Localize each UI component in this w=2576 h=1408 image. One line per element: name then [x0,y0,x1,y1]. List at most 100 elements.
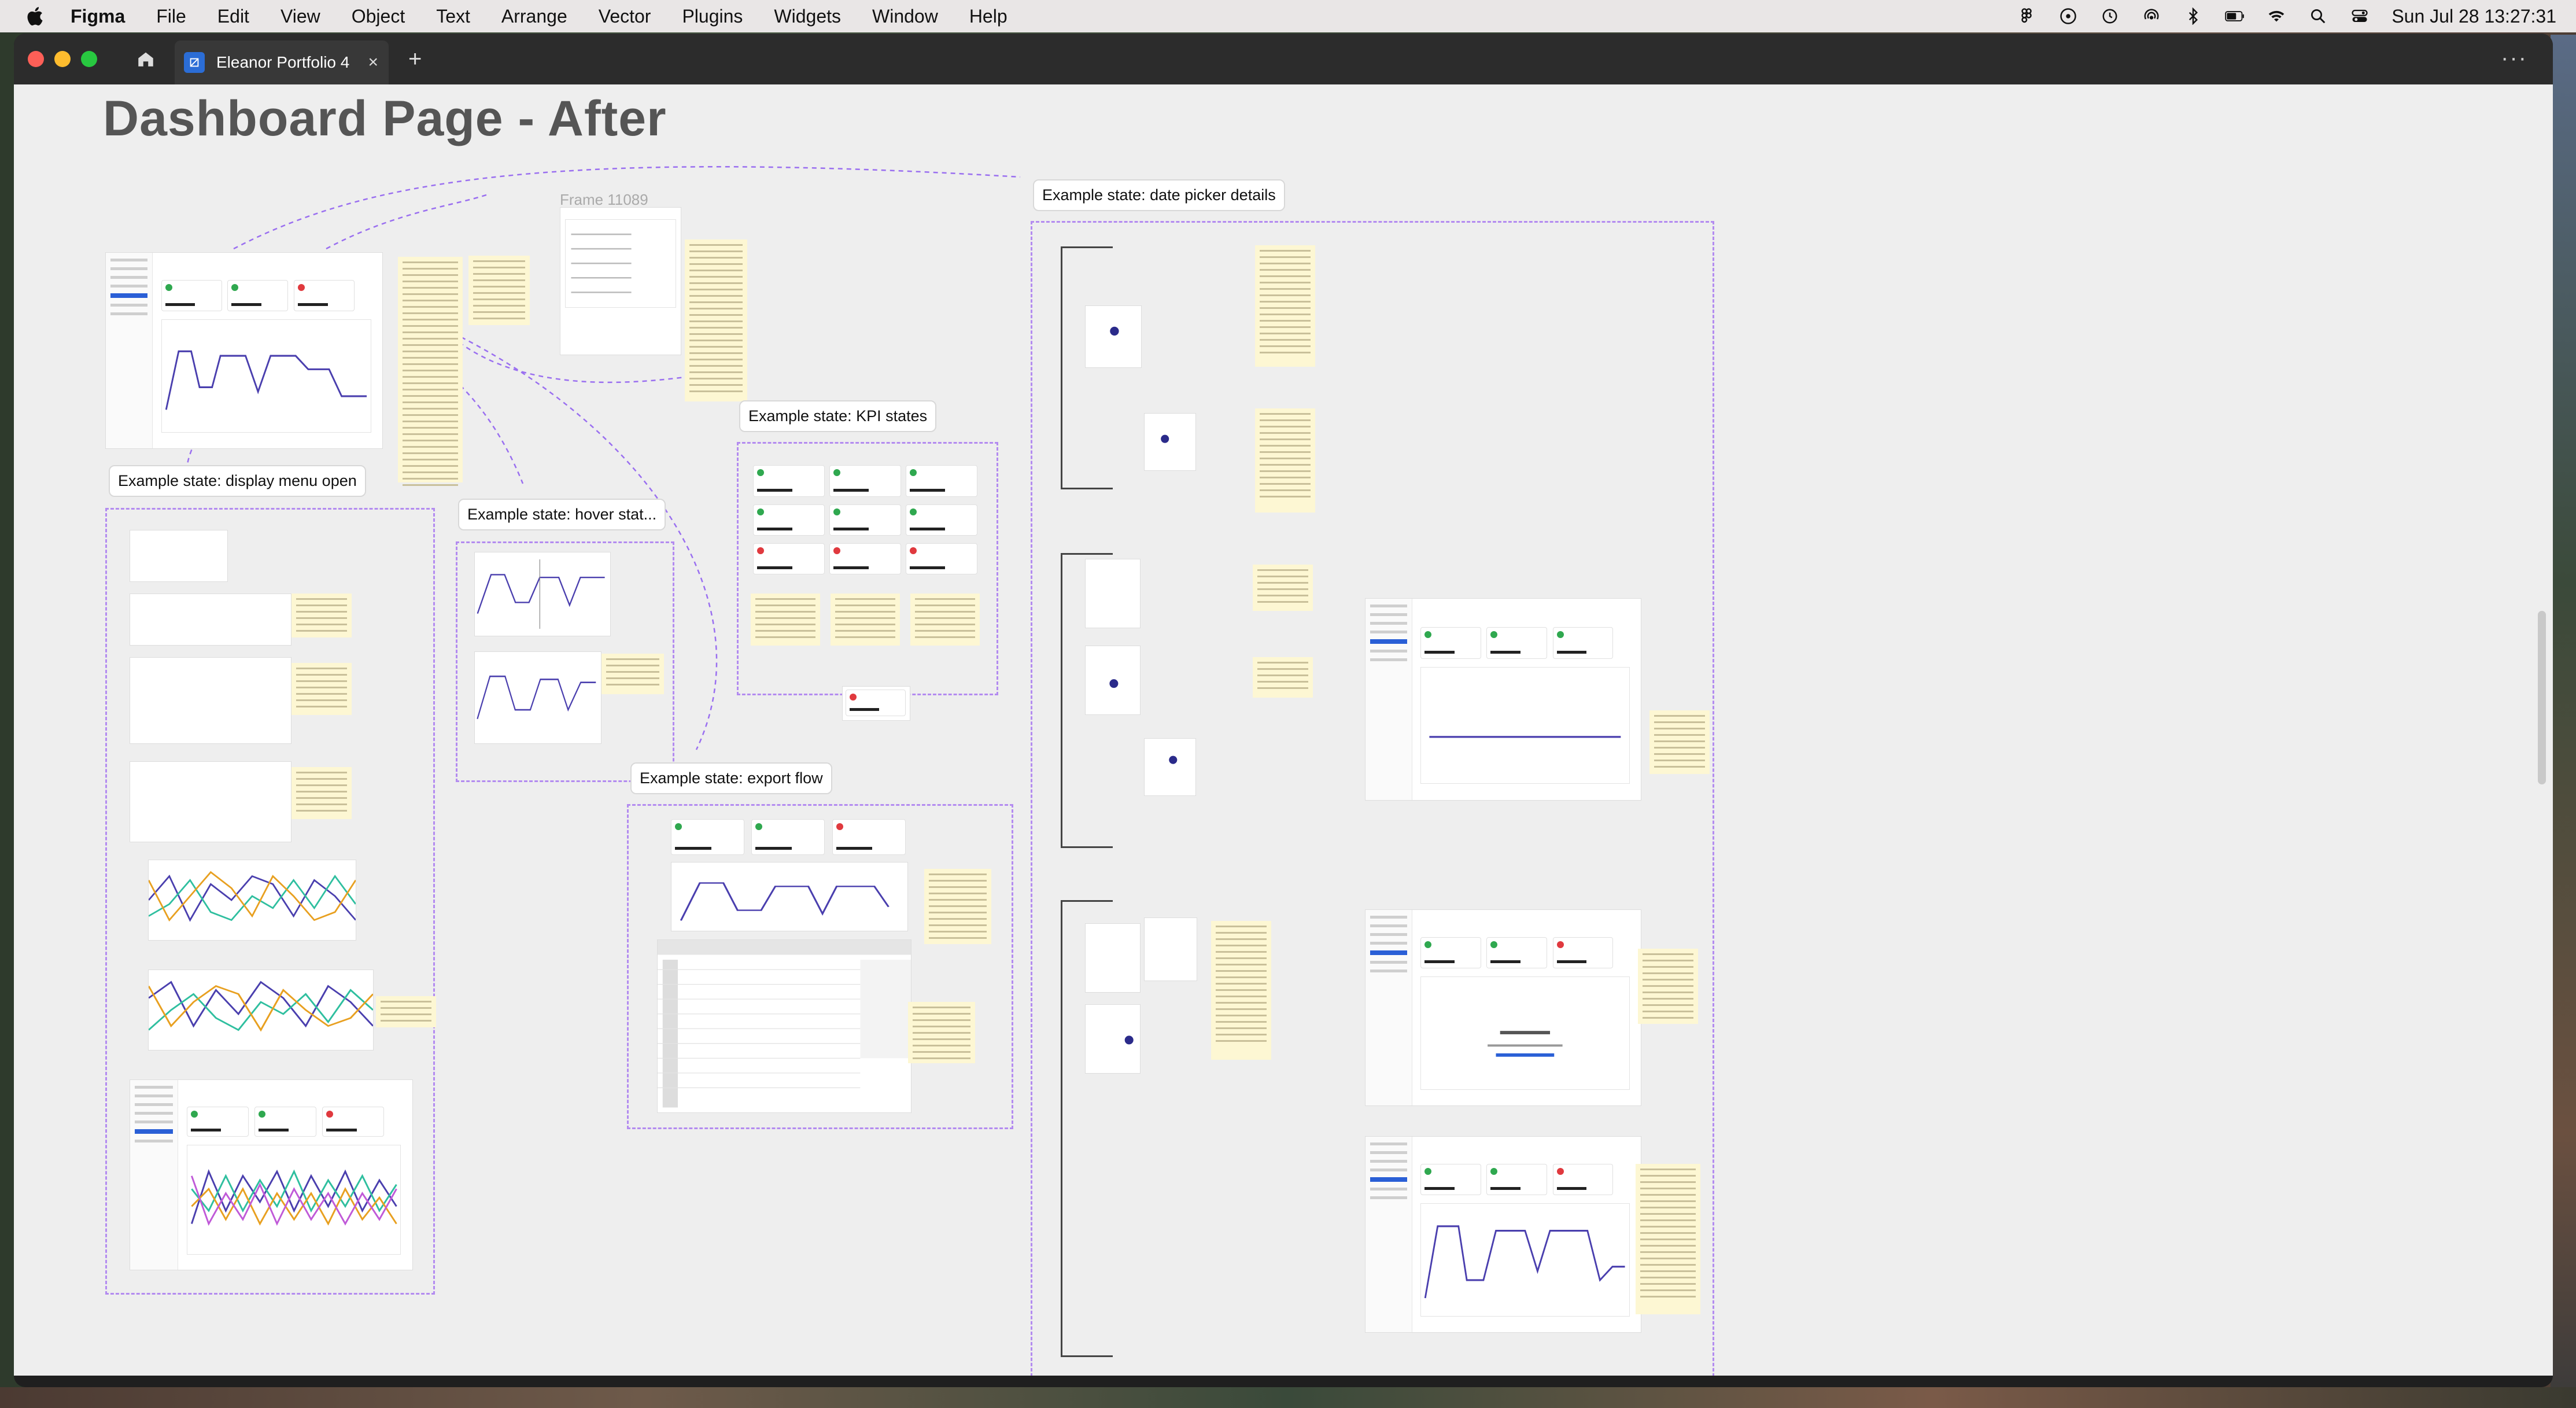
sticky-note[interactable] [1649,710,1710,774]
tab-eleanor-portfolio[interactable]: Eleanor Portfolio 4 × [175,40,389,84]
frame-11089-thumbnail[interactable] [560,207,681,355]
kpi-card [294,280,355,312]
dashboard-thumbnail-loading[interactable] [1365,909,1641,1106]
wifi-icon[interactable] [2267,6,2286,26]
sticky-note[interactable] [601,654,664,694]
menu-help[interactable]: Help [969,6,1007,27]
kpi-card [1420,626,1481,659]
search-icon[interactable] [2308,6,2328,26]
sticky-note[interactable] [910,594,980,646]
menu-app-name[interactable]: Figma [71,6,125,27]
desktop-background-bottom [0,1387,2576,1408]
sticky-note[interactable] [1211,921,1271,1060]
sidebar [130,1080,178,1270]
new-tab-button[interactable]: + [408,46,422,72]
kpi-card [254,1106,317,1137]
airdrop-icon[interactable] [2142,6,2161,26]
date-picker-calendar[interactable] [1085,559,1141,628]
label-hover-state[interactable]: Example state: hover stat... [458,499,666,530]
sticky-note[interactable] [398,257,463,486]
label-kpi-states[interactable]: Example state: KPI states [739,400,937,432]
menubar-clock[interactable]: Sun Jul 28 13:27:31 [2392,6,2556,27]
kpi-card-green [753,504,825,536]
battery-icon[interactable] [2225,6,2245,26]
sticky-note[interactable] [376,996,436,1027]
kpi-card [1552,937,1614,969]
multi-line-chart [186,1144,401,1255]
minimize-window-button[interactable] [54,51,71,67]
clock-icon[interactable] [2100,6,2120,26]
control-center-icon[interactable] [2350,6,2370,26]
dashboard-thumbnail-line[interactable] [1365,1136,1641,1333]
kpi-card-red [845,689,906,717]
date-picker-calendar[interactable] [1144,413,1196,471]
label-date-picker[interactable]: Example state: date picker details [1033,179,1285,211]
spreadsheet-export-thumbnail[interactable] [657,939,911,1113]
sticky-note[interactable] [291,594,352,637]
dashboard-thumbnail-flat[interactable] [1365,598,1641,801]
menu-widgets[interactable]: Widgets [774,6,841,27]
dashboard-thumbnail[interactable] [130,530,228,582]
sticky-note[interactable] [291,767,352,819]
menu-plugins[interactable]: Plugins [682,6,743,27]
dashboard-thumbnail-main[interactable] [105,252,383,449]
hover-chart-thumbnail[interactable] [474,552,611,636]
dashboard-thumbnail[interactable] [130,594,291,646]
menu-vector[interactable]: Vector [599,6,651,27]
figma-canvas[interactable]: Dashboard Page - After Frame 11089 Examp… [14,84,2553,1376]
sticky-note[interactable] [831,594,900,646]
sticky-note[interactable] [908,1002,975,1063]
dashboard-thumbnail-multiseries[interactable] [130,1079,413,1270]
date-picker-calendar[interactable] [1085,646,1141,715]
sticky-note[interactable] [1255,245,1315,367]
menu-window[interactable]: Window [872,6,938,27]
dashboard-thumbnail[interactable] [130,657,291,744]
dashboard-thumbnail[interactable] [130,761,291,842]
kpi-grid[interactable] [744,460,982,582]
kpi-card [1486,937,1548,969]
music-icon[interactable] [2058,6,2078,26]
loading-chart [1420,976,1630,1090]
sticky-note[interactable] [1255,408,1315,513]
kpi-card-tooltip[interactable] [842,686,910,721]
more-options-icon[interactable]: ··· [2501,45,2527,71]
sticky-note[interactable] [685,239,747,401]
date-picker-calendar[interactable] [1085,305,1142,368]
sticky-note[interactable] [1253,565,1313,611]
sticky-note[interactable] [468,256,530,325]
page-title[interactable]: Dashboard Page - After [103,90,667,148]
sticky-note[interactable] [1253,657,1313,698]
figma-status-icon[interactable] [2017,6,2036,26]
frame-name-label[interactable]: Frame 11089 [560,191,648,209]
date-picker-calendar[interactable] [1085,923,1141,993]
sticky-note[interactable] [1636,1164,1700,1314]
vertical-scrollbar[interactable] [2538,611,2546,784]
label-export-flow[interactable]: Example state: export flow [630,762,832,794]
menu-text[interactable]: Text [436,6,470,27]
date-picker-calendar[interactable] [1144,738,1196,796]
menu-arrange[interactable]: Arrange [501,6,567,27]
home-icon[interactable] [134,47,157,71]
menu-view[interactable]: View [281,6,320,27]
sticky-note[interactable] [751,594,820,646]
menu-edit[interactable]: Edit [217,6,249,27]
sticky-note[interactable] [1638,949,1698,1024]
multi-line-chart-thumbnail[interactable] [148,860,356,941]
multi-line-chart-thumbnail[interactable] [148,970,374,1051]
sticky-note[interactable] [291,663,352,715]
menu-file[interactable]: File [156,6,186,27]
hover-chart-thumbnail[interactable] [474,651,601,744]
menu-object[interactable]: Object [352,6,405,27]
sticky-note[interactable] [924,869,991,944]
date-picker-calendar[interactable] [1085,1004,1141,1074]
date-picker-calendar[interactable] [1144,917,1197,981]
close-window-button[interactable] [28,51,44,67]
export-chart-thumbnail[interactable] [671,862,908,931]
bluetooth-icon[interactable] [2183,6,2203,26]
kpi-card [322,1106,385,1137]
zoom-window-button[interactable] [81,51,97,67]
tab-close-icon[interactable]: × [368,53,378,72]
apple-icon[interactable] [24,5,47,28]
kpi-row[interactable] [671,819,908,855]
label-display-menu[interactable]: Example state: display menu open [109,465,366,497]
